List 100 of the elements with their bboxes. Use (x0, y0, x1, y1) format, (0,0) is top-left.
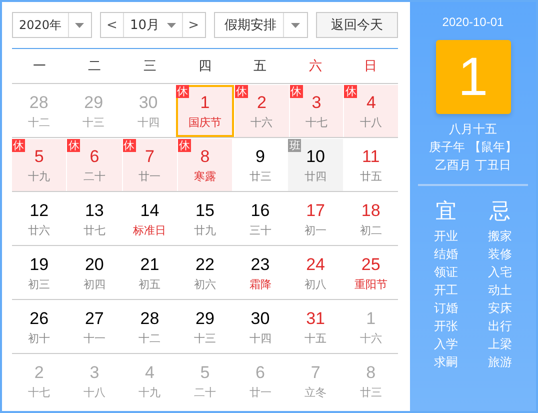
lunar-date: 三十 (249, 222, 272, 238)
day-cell[interactable]: 29 十三 (178, 301, 232, 353)
day-number: 7 (144, 146, 154, 166)
avoid-item: 上梁 (488, 336, 512, 353)
back-to-today-button[interactable]: 返回今天 (316, 12, 398, 38)
day-cell[interactable]: 22 初六 (178, 247, 232, 299)
day-number: 21 (140, 254, 160, 274)
day-cell[interactable]: 29 十三 (66, 85, 120, 137)
lunar-date: 十六 (360, 330, 382, 346)
day-cell[interactable]: 休 5 十九 (12, 139, 66, 191)
weekday-header: 四 (197, 58, 212, 75)
lunar-date: 廿四 (304, 168, 327, 184)
day-cell[interactable]: 12 廿六 (12, 193, 66, 245)
day-cell[interactable]: 9 廿三 (233, 139, 288, 191)
day-cell[interactable]: 5 二十 (178, 355, 232, 408)
day-cell[interactable]: 4 十九 (122, 355, 177, 408)
day-cell[interactable]: 14 标准日 (122, 193, 177, 245)
lunar-date: 十四 (249, 330, 272, 346)
big-day-card: 1 (436, 40, 510, 114)
day-number: 24 (306, 254, 325, 274)
day-cell[interactable]: 11 廿五 (344, 139, 398, 191)
day-cell[interactable]: 班 10 廿四 (288, 139, 343, 191)
day-cell[interactable]: 21 初五 (122, 247, 177, 299)
day-cell[interactable]: 20 初四 (67, 247, 122, 299)
weekday-header: 三 (142, 58, 158, 75)
day-cell[interactable]: 30 十四 (233, 301, 288, 353)
day-cell[interactable]: 18 初二 (344, 193, 398, 245)
lunar-date: 十三 (194, 330, 216, 346)
day-cell[interactable]: 3 十八 (67, 355, 122, 408)
suitable-item: 求嗣 (434, 354, 458, 371)
lunar-date: 十五 (304, 330, 327, 346)
day-cell[interactable]: 7 立冬 (288, 355, 343, 408)
lunar-date: 初三 (28, 276, 50, 292)
day-cell[interactable]: 1 十六 (344, 301, 398, 353)
day-cell[interactable]: 6 廿一 (233, 355, 288, 408)
day-number: 13 (84, 200, 104, 220)
day-number: 29 (196, 308, 214, 328)
day-badge: 休 (344, 85, 358, 98)
day-cell[interactable]: 13 廿七 (67, 193, 122, 245)
avoid-item: 安床 (488, 300, 512, 317)
day-cell[interactable]: 休 2 十六 (234, 85, 289, 137)
ganzhi-year-text: 庚子年 【鼠年】 (429, 139, 517, 156)
day-number: 23 (250, 254, 270, 274)
lunar-date: 霜降 (249, 276, 272, 292)
avoid-item: 动土 (488, 282, 512, 299)
weekday-header: 五 (252, 58, 268, 75)
day-cell[interactable]: 休 3 十七 (290, 85, 344, 137)
avoid-item: 出行 (488, 318, 512, 335)
lunar-date: 廿一 (138, 168, 161, 184)
day-cell[interactable]: 26 初十 (12, 301, 66, 353)
avoid-item: 入宅 (488, 264, 512, 281)
lunar-date: 十二 (138, 330, 161, 346)
day-cell[interactable]: 8 廿三 (344, 355, 398, 408)
day-number: 8 (200, 146, 210, 166)
day-number: 1 (200, 92, 210, 112)
lunar-date: 十七 (28, 385, 50, 400)
day-cell[interactable]: 27 十一 (67, 301, 122, 353)
suitable-item: 开业 (434, 228, 458, 245)
suitable-item: 领证 (434, 264, 458, 281)
ganzhi-month-day-text: 乙酉月 丁丑日 (435, 157, 511, 174)
lunar-date: 廿三 (249, 168, 272, 184)
day-number: 6 (90, 146, 100, 166)
day-cell[interactable]: 15 廿九 (178, 193, 232, 245)
day-cell[interactable]: 23 霜降 (233, 247, 288, 299)
day-number: 11 (362, 146, 380, 166)
holiday-dropdown[interactable]: 假期安排 (214, 12, 308, 38)
day-cell[interactable]: 2 十七 (12, 355, 66, 408)
day-number: 31 (306, 308, 325, 328)
year-dropdown[interactable]: 2020年 (12, 12, 92, 38)
day-cell[interactable]: 24 初八 (288, 247, 343, 299)
day-cell[interactable]: 16 三十 (233, 193, 288, 245)
day-cell[interactable]: 休 8 寒露 (178, 139, 232, 191)
weekday-header: 六 (308, 58, 323, 75)
suitable-item: 结婚 (434, 246, 458, 263)
day-cell[interactable]: 28 十二 (12, 85, 66, 137)
day-cell[interactable]: 30 十四 (121, 85, 176, 137)
day-number: 30 (138, 92, 158, 112)
day-number: 10 (306, 146, 325, 166)
day-cell[interactable]: 19 初三 (12, 247, 66, 299)
day-cell[interactable]: 28 十二 (122, 301, 177, 353)
day-cell[interactable]: 17 初一 (288, 193, 343, 245)
lunar-date: 十八 (360, 114, 382, 130)
day-cell[interactable]: 休 1 国庆节 (176, 85, 234, 137)
day-cell[interactable]: 休 6 二十 (67, 139, 122, 191)
day-number: 15 (196, 200, 214, 220)
day-badge: 休 (122, 139, 136, 152)
day-cell[interactable]: 休 7 廿一 (122, 139, 177, 191)
day-number: 9 (256, 146, 265, 166)
day-number: 3 (312, 92, 322, 112)
day-cell[interactable]: 31 十五 (288, 301, 343, 353)
day-number: 22 (196, 254, 214, 274)
avoid-heading: 忌 (490, 198, 510, 224)
lunar-date: 初一 (304, 222, 327, 238)
day-cell[interactable]: 休 4 十八 (344, 85, 398, 137)
lunar-date-text: 八月十五 (449, 121, 497, 138)
day-badge: 休 (234, 85, 248, 98)
lunar-date: 廿六 (28, 222, 50, 238)
lunar-date: 初二 (360, 222, 382, 238)
day-cell[interactable]: 25 重阳节 (344, 247, 398, 299)
day-number: 18 (361, 200, 380, 220)
